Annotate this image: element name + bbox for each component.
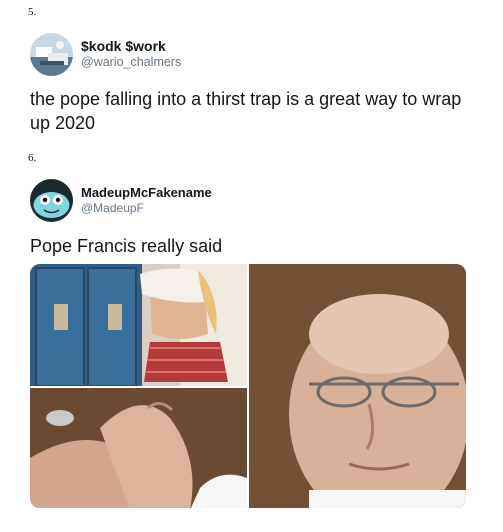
tweet-card: MadeupMcFakename @MadeupF Pope Francis r… — [30, 179, 483, 258]
avatar-image — [30, 179, 73, 222]
item-number: 5. — [28, 6, 37, 18]
media-panel-locker[interactable] — [30, 264, 247, 386]
tweet-text: Pope Francis really said — [30, 236, 223, 256]
media-panel-pope-face[interactable] — [249, 264, 466, 508]
display-name[interactable]: MadeupMcFakename — [81, 185, 212, 201]
display-name[interactable]: $kodk $work — [81, 38, 181, 56]
avatar-image — [30, 33, 73, 76]
tweet-media-grid[interactable] — [30, 264, 466, 508]
tweet-text: the pope falling into a thirst trap is a… — [30, 89, 462, 133]
user-handle[interactable]: @MadeupF — [81, 201, 212, 216]
item-number: 6. — [28, 152, 37, 164]
pope-face-photo — [249, 264, 466, 508]
avatar[interactable] — [30, 33, 73, 76]
locker-photo — [30, 264, 247, 386]
media-panel-fingers[interactable] — [30, 388, 247, 508]
tweet-header: MadeupMcFakename @MadeupF — [30, 179, 483, 222]
fingers-photo — [30, 388, 247, 508]
tweet-card: $kodk $work @wario_chalmers the pope fal… — [30, 33, 483, 135]
user-handle[interactable]: @wario_chalmers — [81, 55, 181, 71]
avatar[interactable] — [30, 179, 73, 222]
tweet-header: $kodk $work @wario_chalmers — [30, 33, 483, 76]
